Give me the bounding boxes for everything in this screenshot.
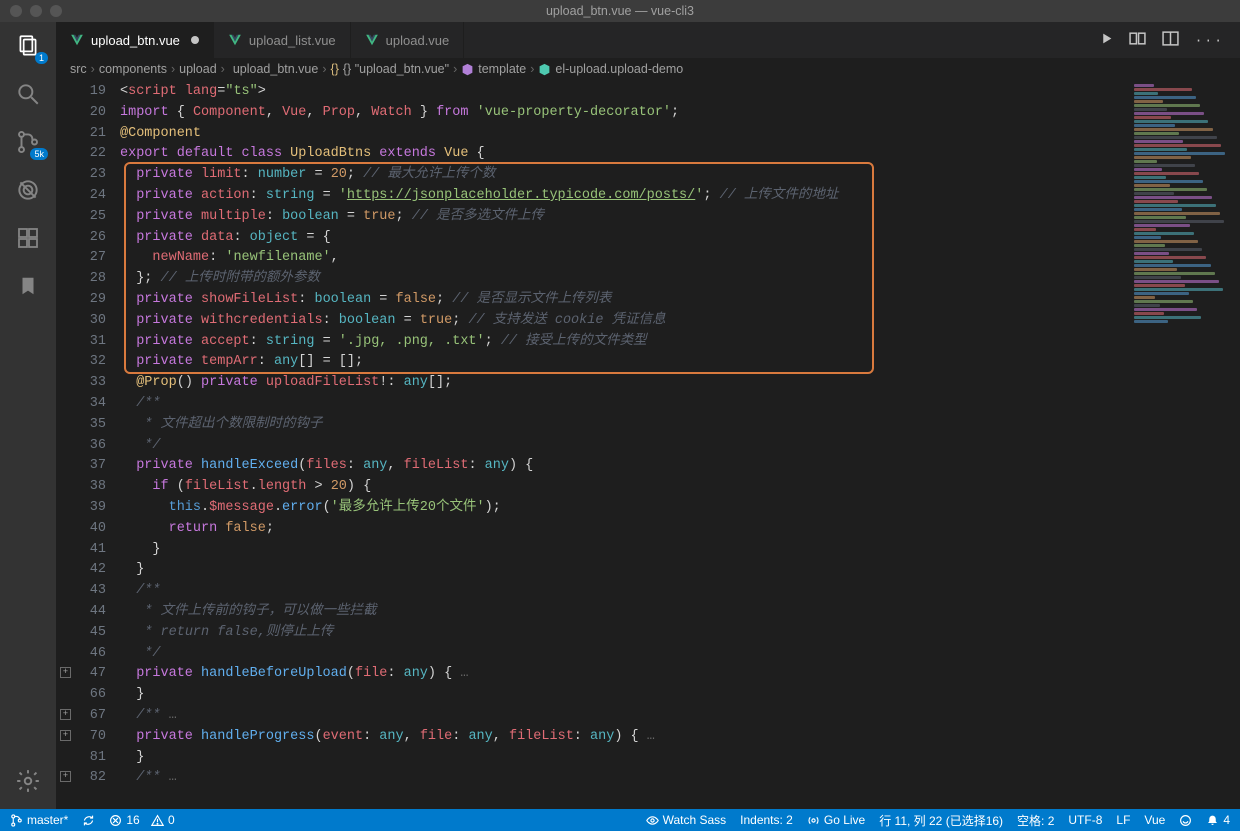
titlebar: upload_btn.vue — vue-cli3 — [0, 0, 1240, 22]
code-line[interactable]: /** … — [120, 768, 1130, 789]
code-line[interactable]: /** — [120, 394, 1130, 415]
code-line[interactable]: * return false,则停止上传 — [120, 623, 1130, 644]
fold-expand-icon[interactable]: + — [60, 709, 71, 720]
code-line[interactable]: <script lang="ts"> — [120, 82, 1130, 103]
code-line[interactable]: import { Component, Vue, Prop, Watch } f… — [120, 103, 1130, 124]
breadcrumb-item[interactable]: upload_btn.vue — [229, 62, 319, 76]
code-line[interactable]: return false; — [120, 519, 1130, 540]
line-number-gutter: 1920212223242526272829303132333435363738… — [56, 80, 120, 809]
code-line[interactable]: private data: object = { — [120, 228, 1130, 249]
code-area[interactable]: <script lang="ts">import { Component, Vu… — [120, 80, 1130, 809]
explorer-badge: 1 — [35, 52, 48, 64]
branch-indicator[interactable]: master* — [10, 813, 68, 827]
notifications-indicator[interactable]: 4 — [1206, 813, 1230, 827]
search-icon[interactable] — [14, 80, 42, 108]
compare-icon[interactable] — [1129, 30, 1146, 51]
code-line[interactable]: private accept: string = '.jpg, .png, .t… — [120, 332, 1130, 353]
breadcrumb-item[interactable]: src — [70, 62, 87, 76]
code-line[interactable]: private handleProgress(event: any, file:… — [120, 727, 1130, 748]
breadcrumb-item[interactable]: upload — [179, 62, 217, 76]
code-line[interactable]: }; // 上传时附带的额外参数 — [120, 269, 1130, 290]
sync-indicator[interactable] — [82, 814, 95, 827]
more-icon[interactable]: ··· — [1195, 33, 1224, 48]
tab-upload-vue[interactable]: upload.vue — [351, 22, 465, 58]
code-line[interactable]: @Component — [120, 124, 1130, 145]
minimap[interactable] — [1130, 80, 1240, 809]
feedback-icon[interactable] — [1179, 814, 1192, 827]
code-line[interactable]: private limit: number = 20; // 最大允许上传个数 — [120, 165, 1130, 186]
tabs-row: upload_btn.vueupload_list.vueupload.vue … — [56, 22, 1240, 58]
breadcrumb-item[interactable]: template — [461, 62, 526, 76]
code-line[interactable]: private action: string = 'https://jsonpl… — [120, 186, 1130, 207]
problems-indicator[interactable]: 16 0 — [109, 813, 174, 827]
code-line[interactable]: newName: 'newfilename', — [120, 248, 1130, 269]
tab-upload_list-vue[interactable]: upload_list.vue — [214, 22, 351, 58]
activity-bar: 1 5k — [0, 22, 56, 809]
code-line[interactable]: private handleExceed(files: any, fileLis… — [120, 456, 1130, 477]
code-line[interactable]: * 文件超出个数限制时的钩子 — [120, 415, 1130, 436]
code-line[interactable]: } — [120, 748, 1130, 769]
tab-label: upload_btn.vue — [91, 33, 180, 48]
editor[interactable]: 1920212223242526272829303132333435363738… — [56, 80, 1240, 809]
code-line[interactable]: /** — [120, 581, 1130, 602]
code-line[interactable]: if (fileList.length > 20) { — [120, 477, 1130, 498]
code-line[interactable]: private withcredentials: boolean = true;… — [120, 311, 1130, 332]
code-line[interactable]: @Prop() private uploadFileList!: any[]; — [120, 373, 1130, 394]
source-control-icon[interactable]: 5k — [14, 128, 42, 156]
statusbar: master* 16 0 Watch Sass Indents: 2 Go Li… — [0, 809, 1240, 831]
code-line[interactable]: */ — [120, 436, 1130, 457]
fold-expand-icon[interactable]: + — [60, 667, 71, 678]
split-editor-icon[interactable] — [1162, 30, 1179, 51]
code-line[interactable]: } — [120, 685, 1130, 706]
tab-upload_btn-vue[interactable]: upload_btn.vue — [56, 22, 214, 58]
explorer-icon[interactable]: 1 — [14, 32, 42, 60]
breadcrumb-item[interactable]: {}{} "upload_btn.vue" — [331, 62, 450, 76]
code-line[interactable]: export default class UploadBtns extends … — [120, 144, 1130, 165]
code-line[interactable]: private handleBeforeUpload(file: any) { … — [120, 664, 1130, 685]
tab-label: upload.vue — [386, 33, 450, 48]
spaces-indicator[interactable]: 空格: 2 — [1017, 812, 1054, 829]
bookmark-icon[interactable] — [14, 272, 42, 300]
dirty-indicator — [191, 36, 199, 44]
code-line[interactable]: /** … — [120, 706, 1130, 727]
fold-expand-icon[interactable]: + — [60, 771, 71, 782]
window-title: upload_btn.vue — vue-cli3 — [0, 4, 1240, 18]
code-line[interactable]: private tempArr: any[] = []; — [120, 352, 1130, 373]
breadcrumb-item[interactable]: components — [99, 62, 167, 76]
breadcrumb-item[interactable]: el-upload.upload-demo — [538, 62, 683, 76]
indents-indicator[interactable]: Indents: 2 — [740, 813, 793, 827]
code-line[interactable]: */ — [120, 644, 1130, 665]
settings-gear-icon[interactable] — [14, 767, 42, 795]
scm-badge: 5k — [30, 148, 48, 160]
debug-icon[interactable] — [14, 176, 42, 204]
extensions-icon[interactable] — [14, 224, 42, 252]
eol-indicator[interactable]: LF — [1116, 813, 1130, 827]
breadcrumb[interactable]: src›components›upload›upload_btn.vue›{}{… — [56, 58, 1240, 80]
watch-sass-button[interactable]: Watch Sass — [646, 813, 727, 827]
fold-expand-icon[interactable]: + — [60, 730, 71, 741]
tab-label: upload_list.vue — [249, 33, 336, 48]
go-live-button[interactable]: Go Live — [807, 813, 865, 827]
encoding-indicator[interactable]: UTF-8 — [1068, 813, 1102, 827]
code-line[interactable]: * 文件上传前的钩子，可以做一些拦截 — [120, 602, 1130, 623]
cursor-position[interactable]: 行 11, 列 22 (已选择16) — [879, 812, 1003, 829]
run-icon[interactable] — [1100, 32, 1113, 49]
code-line[interactable]: private multiple: boolean = true; // 是否多… — [120, 207, 1130, 228]
language-indicator[interactable]: Vue — [1144, 813, 1165, 827]
code-line[interactable]: this.$message.error('最多允许上传20个文件'); — [120, 498, 1130, 519]
code-line[interactable]: private showFileList: boolean = false; /… — [120, 290, 1130, 311]
code-line[interactable]: } — [120, 560, 1130, 581]
code-line[interactable]: } — [120, 540, 1130, 561]
